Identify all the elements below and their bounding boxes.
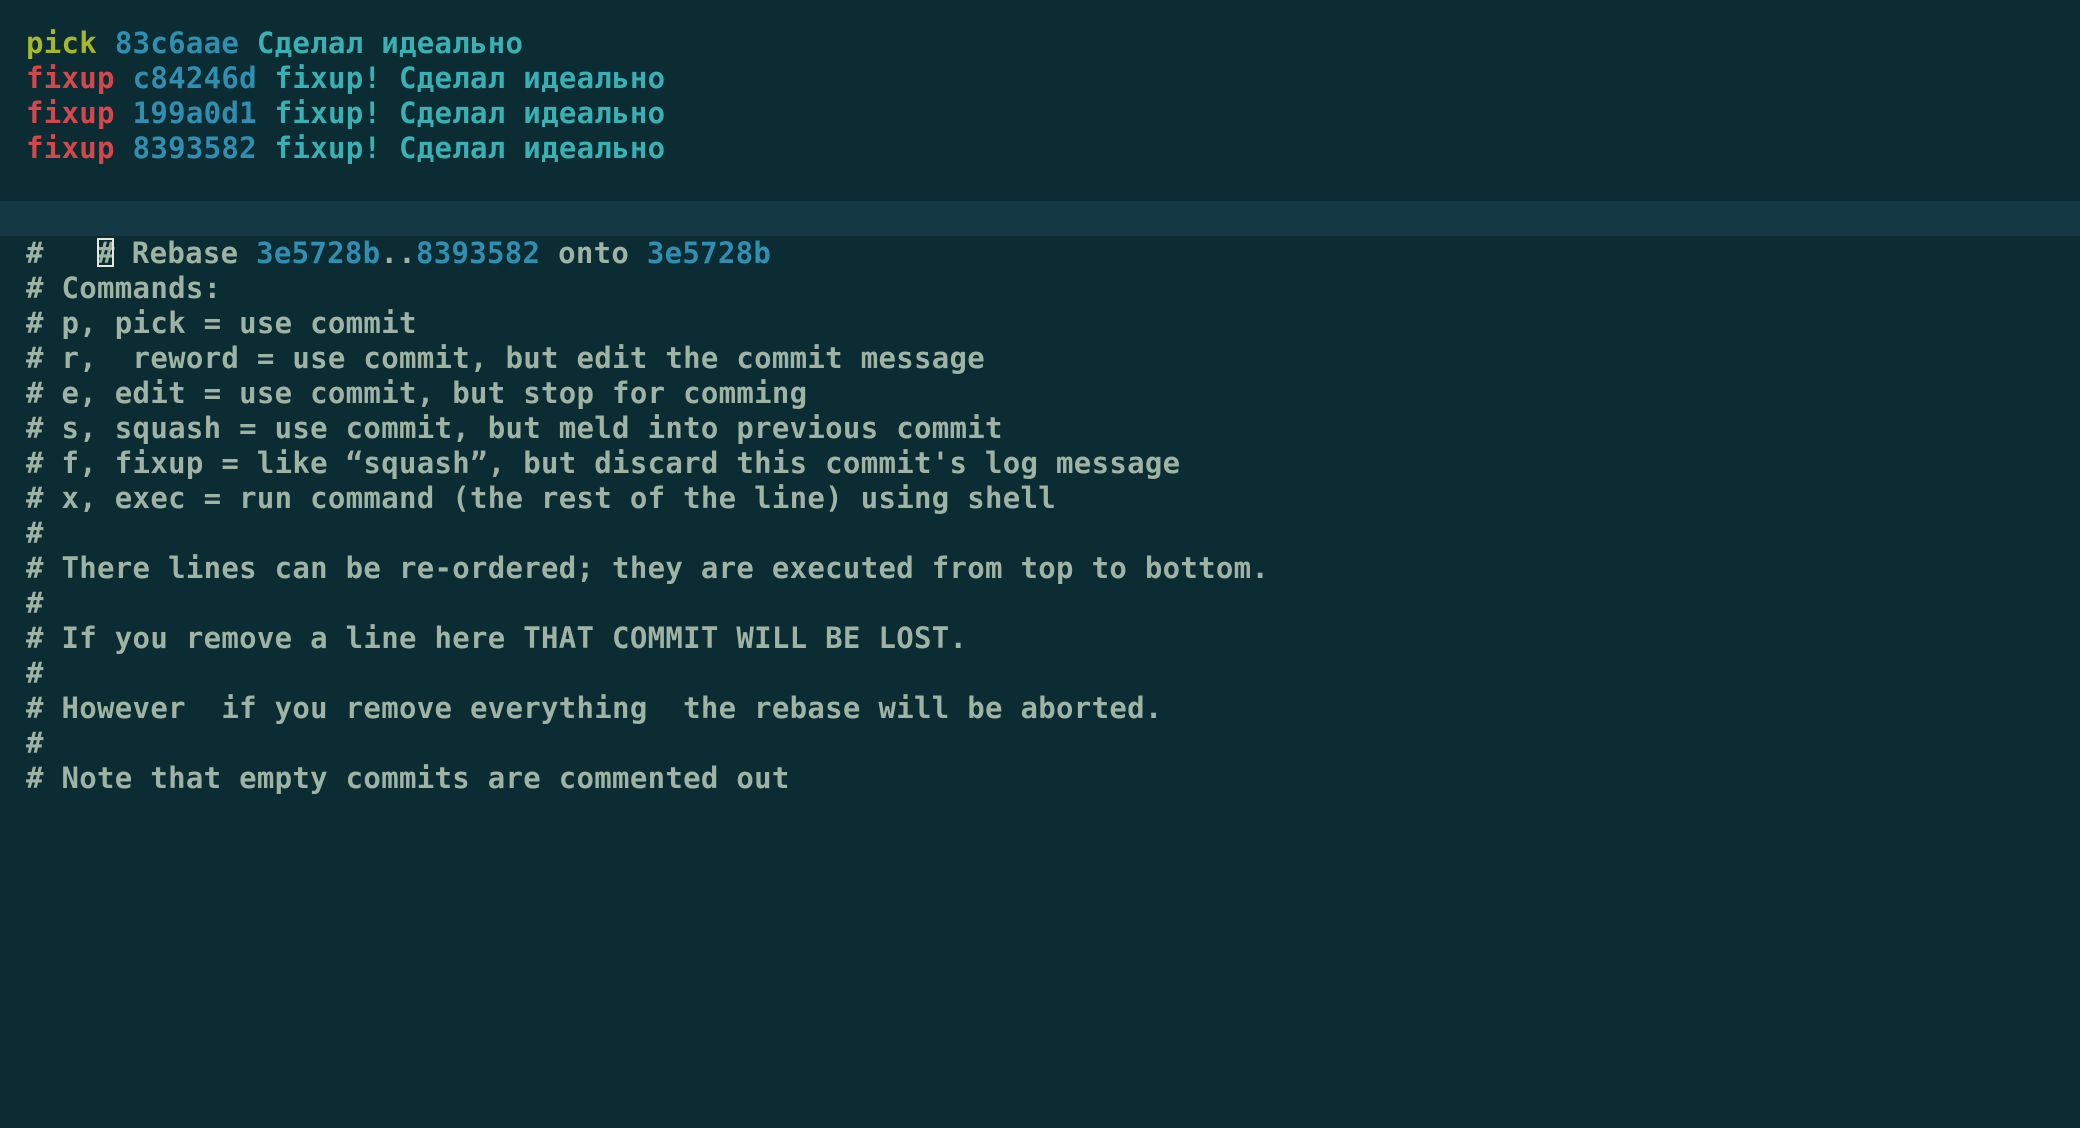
commit-hash: 83c6aae: [115, 26, 239, 60]
commit-message: fixup! Сделал идеально: [275, 61, 666, 95]
help-line: # Commands:: [26, 271, 2080, 306]
help-line: # However if you remove everything the r…: [26, 691, 2080, 726]
help-line: # s, squash = use commit, but meld into …: [26, 411, 2080, 446]
help-line: #: [26, 656, 2080, 691]
rebase-command: fixup: [26, 131, 115, 165]
help-line: #: [26, 586, 2080, 621]
commit-line: pick 83c6aae Сделал идеально: [26, 26, 2080, 61]
commit-line: fixup c84246d fixup! Сделал идеально: [26, 61, 2080, 96]
git-rebase-todo-editor[interactable]: pick 83c6aae Сделал идеальноfixup c84246…: [26, 26, 2080, 796]
help-line: # e, edit = use commit, but stop for com…: [26, 376, 2080, 411]
help-line: # There lines can be re-ordered; they ar…: [26, 551, 2080, 586]
help-line: # Note that empty commits are commented …: [26, 761, 2080, 796]
help-line: #: [26, 516, 2080, 551]
commit-message: fixup! Сделал идеально: [275, 131, 666, 165]
help-line: # x, exec = run command (the rest of the…: [26, 481, 2080, 516]
text-cursor: [97, 238, 114, 267]
commit-line: fixup 199a0d1 fixup! Сделал идеально: [26, 96, 2080, 131]
commit-message: Сделал идеально: [257, 26, 523, 60]
rebase-command: fixup: [26, 61, 115, 95]
commit-hash: 8393582: [133, 131, 257, 165]
rebase-command: pick: [26, 26, 97, 60]
help-line: # f, fixup = like “squash”, but discard …: [26, 446, 2080, 481]
help-line: # p, pick = use commit: [26, 306, 2080, 341]
help-line: # If you remove a line here THAT COMMIT …: [26, 621, 2080, 656]
rebase-header-line: # Rebase 3e5728b..8393582 onto 3e5728b: [0, 201, 2080, 236]
help-line: # r, reword = use commit, but edit the c…: [26, 341, 2080, 376]
commit-hash: c84246d: [133, 61, 257, 95]
blank-line: [26, 166, 2080, 201]
commit-line: fixup 8393582 fixup! Сделал идеально: [26, 131, 2080, 166]
commit-message: fixup! Сделал идеально: [275, 96, 666, 130]
commit-hash: 199a0d1: [133, 96, 257, 130]
rebase-command: fixup: [26, 96, 115, 130]
help-line: #: [26, 726, 2080, 761]
